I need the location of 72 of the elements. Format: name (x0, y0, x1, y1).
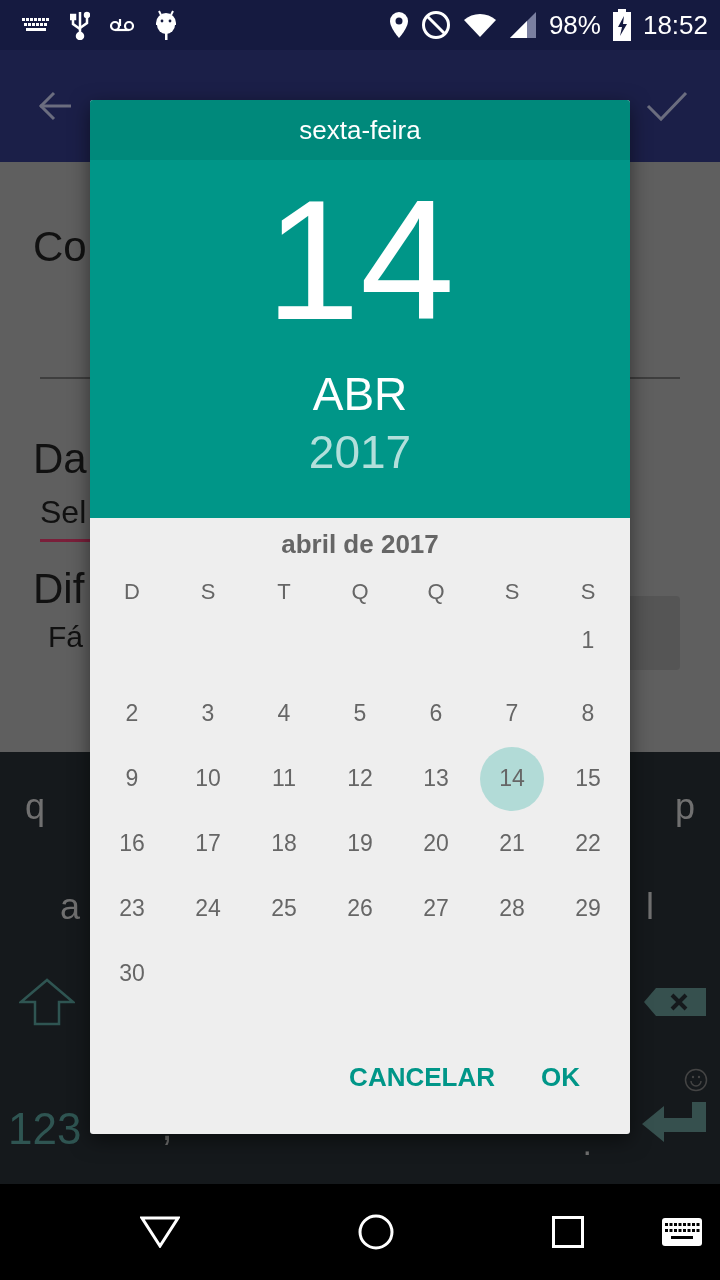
calendar-day[interactable]: 14 (480, 746, 544, 811)
weekday-label: T (276, 578, 292, 606)
usb-icon (70, 10, 90, 40)
dialog-button[interactable]: CANCELAR (337, 1052, 507, 1103)
keyboard-icon (22, 18, 50, 32)
home-icon[interactable] (358, 1214, 394, 1250)
wifi-icon (462, 12, 497, 38)
keyboard-key[interactable]: l (646, 886, 654, 928)
battery-percentage: 98% (548, 9, 601, 41)
calendar-day[interactable]: 3 (176, 681, 240, 746)
selected-day[interactable]: 14 (265, 170, 455, 350)
voicemail-icon (110, 18, 134, 32)
difficulty-value: Fá (48, 620, 83, 654)
calendar-day[interactable]: 27 (404, 876, 468, 941)
keyboard-key[interactable]: q (25, 786, 46, 828)
calendar-day[interactable]: 16 (100, 811, 164, 876)
calendar-day[interactable]: 28 (480, 876, 544, 941)
calendar-day[interactable]: 2 (100, 681, 164, 746)
checkmark-icon[interactable] (646, 90, 688, 122)
calendar-day[interactable]: 7 (480, 681, 544, 746)
calendar-day[interactable]: 5 (328, 681, 392, 746)
selected-month[interactable]: ABR (312, 366, 408, 422)
calendar-day[interactable]: 1 (556, 608, 620, 673)
shift-icon[interactable] (19, 978, 75, 1026)
month-title: abril de 2017 (281, 528, 439, 560)
weekday-label: S (503, 578, 521, 606)
calendar-day[interactable]: 22 (556, 811, 620, 876)
calendar-day[interactable]: 21 (480, 811, 544, 876)
smiley-icon[interactable] (684, 1068, 708, 1092)
calendar-day[interactable]: 4 (252, 681, 316, 746)
calendar-day[interactable]: 15 (556, 746, 620, 811)
calendar-day[interactable]: 9 (100, 746, 164, 811)
keyboard-key[interactable]: a (60, 886, 81, 928)
calendar-day[interactable]: 18 (252, 811, 316, 876)
calendar-day[interactable]: 13 (404, 746, 468, 811)
calendar-day[interactable]: 24 (176, 876, 240, 941)
calendar-day[interactable]: 17 (176, 811, 240, 876)
calendar-day[interactable]: 6 (404, 681, 468, 746)
field-label: Da (33, 434, 87, 484)
calendar-day[interactable]: 26 (328, 876, 392, 941)
weekday-label: S (199, 578, 217, 606)
do-not-disturb-icon (420, 10, 451, 40)
calendar-day[interactable]: 20 (404, 811, 468, 876)
enter-icon[interactable] (642, 1102, 708, 1142)
weekday-label: Q (350, 578, 370, 606)
keyboard-icon[interactable] (662, 1218, 702, 1246)
weekday-label: D (123, 578, 141, 606)
calendar-day[interactable]: 19 (328, 811, 392, 876)
calendar-day[interactable]: 25 (252, 876, 316, 941)
android-icon (154, 9, 178, 41)
weekday-label: S (579, 578, 597, 606)
recents-icon[interactable] (552, 1216, 584, 1248)
dialog-button[interactable]: OK (529, 1052, 592, 1103)
battery-charging-icon (612, 9, 631, 41)
calendar-day[interactable]: 11 (252, 746, 316, 811)
field-label: Dif (33, 564, 85, 614)
calendar-day[interactable]: 12 (328, 746, 392, 811)
selected-year[interactable]: 2017 (308, 424, 412, 480)
weekday-label: Q (426, 578, 446, 606)
back-icon[interactable] (140, 1216, 180, 1248)
calendar-day[interactable]: 10 (176, 746, 240, 811)
calendar-day[interactable]: 30 (100, 941, 164, 1006)
calendar-day[interactable]: 29 (556, 876, 620, 941)
weekday-title: sexta-feira (299, 114, 421, 146)
backspace-icon[interactable] (644, 988, 706, 1016)
clock: 18:52 (642, 9, 708, 41)
calendar-day[interactable]: 8 (556, 681, 620, 746)
field-label: Co (33, 222, 87, 272)
calendar-day[interactable]: 23 (100, 876, 164, 941)
location-icon (388, 11, 409, 39)
signal-icon (508, 11, 537, 39)
keyboard-key[interactable]: p (674, 786, 695, 828)
